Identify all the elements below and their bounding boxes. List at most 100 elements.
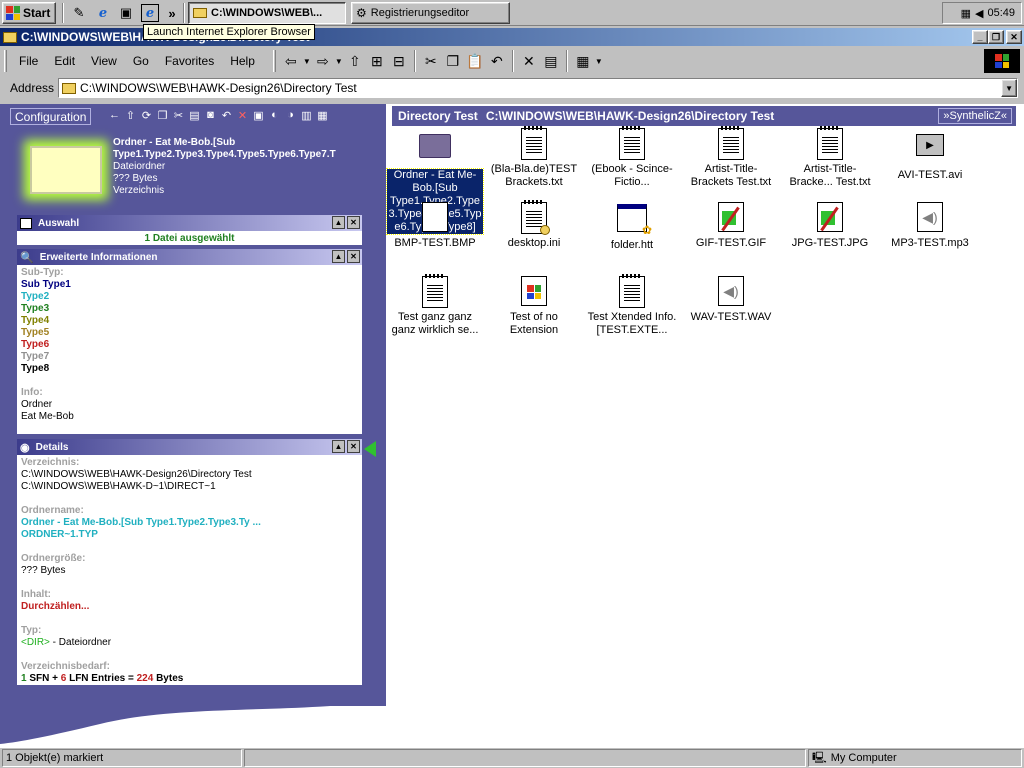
inhalt-link[interactable]: Durchzählen...: [21, 601, 358, 613]
auswahl-header[interactable]: Auswahl ▲ ✕: [17, 215, 362, 231]
back-arrow-icon[interactable]: ⇦: [280, 49, 302, 73]
info-line: Ordner: [21, 399, 53, 410]
file-item[interactable]: ◀) WAV-TEST.WAV: [683, 276, 779, 324]
panel-close-button[interactable]: ✕: [347, 216, 360, 229]
status-zone: 🖳 My Computer: [808, 749, 1022, 767]
panel-close-button[interactable]: ✕: [347, 440, 360, 453]
file-item[interactable]: (Ebook - Scince-Fictio...: [584, 126, 680, 189]
erweiterte-panel: 🔍 Erweiterte Informationen ▲ ✕ Sub-Typ: …: [17, 249, 362, 434]
file-item[interactable]: Artist-Title-Bracke... Test.txt: [782, 126, 878, 189]
menu-help[interactable]: Help: [222, 54, 263, 68]
menu-favorites[interactable]: Favorites: [157, 54, 222, 68]
paste-icon[interactable]: 📋: [464, 49, 486, 73]
menu-grip[interactable]: [4, 50, 7, 72]
save-icon[interactable]: ◙: [204, 108, 217, 122]
selected-folder-thumbnail: [30, 146, 102, 194]
go-back-icon[interactable]: ◐: [268, 108, 281, 122]
panel-collapse-button[interactable]: ▲: [332, 440, 345, 453]
file-name: BMP-TEST.BMP: [394, 237, 476, 249]
properties-icon[interactable]: ▥: [300, 108, 313, 122]
maximize-button[interactable]: ❐: [988, 30, 1004, 44]
file-item[interactable]: (Bla-Bla.de)TEST Brackets.txt: [486, 126, 582, 189]
file-item[interactable]: ✿ folder.htt: [584, 202, 680, 252]
panel-close-button[interactable]: ✕: [347, 250, 360, 263]
copy-icon[interactable]: ❐: [156, 108, 169, 122]
internet-explorer-icon[interactable]: e: [94, 4, 112, 22]
task-explorer-window[interactable]: C:\WINDOWS\WEB\...: [188, 2, 346, 24]
back-arrow-icon[interactable]: ←: [108, 108, 121, 122]
synthelicz-button[interactable]: »SynthelicZ«: [938, 108, 1012, 124]
folder-open-icon[interactable]: ▣: [252, 108, 265, 122]
address-dropdown-icon[interactable]: ▼: [1001, 79, 1018, 97]
properties-icon[interactable]: ▤: [540, 49, 562, 73]
undo-icon[interactable]: ↶: [486, 49, 508, 73]
delete-icon[interactable]: ✕: [236, 108, 249, 122]
file-item[interactable]: ▶ AVI-TEST.avi: [882, 128, 978, 182]
paste-icon[interactable]: ▤: [188, 108, 201, 122]
delete-icon[interactable]: ✕: [518, 49, 540, 73]
file-item[interactable]: Test Xtended Info.[TEST.EXTE...: [584, 274, 680, 337]
forward-arrow-icon[interactable]: ⇨: [312, 49, 334, 73]
go-forward-icon[interactable]: ◑: [284, 108, 297, 122]
file-name: Artist-Title-Bracke... Test.txt: [789, 163, 871, 188]
text-document-icon: [616, 274, 648, 308]
back-dropdown-icon[interactable]: ▼: [302, 57, 312, 66]
quicklaunch-chevron[interactable]: »: [163, 4, 181, 22]
subtype-item: Type7: [21, 351, 50, 362]
menu-view[interactable]: View: [83, 54, 125, 68]
cut-icon[interactable]: ✂: [420, 49, 442, 73]
forward-dropdown-icon[interactable]: ▼: [334, 57, 344, 66]
file-name: (Ebook - Scince-Fictio...: [591, 163, 673, 188]
views-dropdown-icon[interactable]: ▼: [594, 57, 604, 66]
map-drive-icon[interactable]: ⊞: [366, 49, 388, 73]
file-item[interactable]: Test of no Extension: [486, 276, 582, 337]
clock[interactable]: 05:49: [987, 7, 1015, 19]
file-item[interactable]: JPG-TEST.JPG: [782, 202, 878, 250]
subtype-item: Sub Type1: [21, 279, 71, 290]
file-item[interactable]: BMP-TEST.BMP: [387, 202, 483, 250]
up-folder-icon[interactable]: ⇧: [344, 49, 366, 73]
disconnect-drive-icon[interactable]: ⊟: [388, 49, 410, 73]
minimize-button[interactable]: _: [972, 30, 988, 44]
calendar-icon: [20, 217, 32, 229]
task-regedit-window[interactable]: ⚙ Registrierungseditor: [351, 2, 510, 24]
edit-document-icon[interactable]: ✎: [70, 4, 88, 22]
refresh-icon[interactable]: ⟳: [140, 108, 153, 122]
views-icon[interactable]: ▦: [572, 49, 594, 73]
configuration-button[interactable]: Configuration: [10, 108, 92, 125]
panel-collapse-button[interactable]: ▲: [332, 250, 345, 263]
expand-arrow-icon[interactable]: [364, 441, 376, 457]
image-icon: [715, 202, 747, 234]
text-document-icon: [518, 126, 550, 160]
up-folder-icon[interactable]: ⇧: [124, 108, 137, 122]
menu-edit[interactable]: Edit: [46, 54, 83, 68]
file-item[interactable]: ◀) MP3-TEST.mp3: [882, 202, 978, 250]
file-item[interactable]: Test ganz ganz ganz wirklich se...: [387, 274, 483, 337]
undo-icon[interactable]: ↶: [220, 108, 233, 122]
verzeichnis-line: C:\WINDOWS\WEB\HAWK-Design26\Directory T…: [21, 469, 252, 480]
typ-tag: <DIR>: [21, 637, 50, 648]
toolbar-grip[interactable]: [272, 50, 276, 72]
cut-icon[interactable]: ✂: [172, 108, 185, 122]
erweiterte-header[interactable]: 🔍 Erweiterte Informationen ▲ ✕: [17, 249, 362, 265]
file-item[interactable]: Artist-Title-Brackets Test.txt: [683, 126, 779, 189]
address-input[interactable]: C:\WINDOWS\WEB\HAWK-Design26\Directory T…: [58, 78, 1019, 98]
file-name: MP3-TEST.mp3: [891, 237, 969, 249]
menu-go[interactable]: Go: [125, 54, 157, 68]
close-button[interactable]: ✕: [1006, 30, 1022, 44]
details-panel: ◉ Details ▲ ✕ Verzeichnis: C:\WINDOWS\WE…: [17, 439, 362, 685]
panel-collapse-button[interactable]: ▲: [332, 216, 345, 229]
show-desktop-icon[interactable]: ▣: [117, 4, 135, 22]
view-icon[interactable]: ▦: [316, 108, 329, 122]
menu-file[interactable]: File: [11, 54, 46, 68]
launch-ie-icon[interactable]: e: [141, 4, 159, 22]
details-header[interactable]: ◉ Details ▲ ✕: [17, 439, 362, 455]
auswahl-value: 1 Datei ausgewählt: [144, 233, 235, 244]
file-item[interactable]: desktop.ini: [486, 200, 582, 250]
volume-icon[interactable]: ◀: [975, 7, 983, 20]
start-label: Start: [23, 6, 51, 20]
network-icon[interactable]: ▦: [961, 7, 971, 20]
file-item[interactable]: GIF-TEST.GIF: [683, 202, 779, 250]
copy-icon[interactable]: ❐: [442, 49, 464, 73]
start-button[interactable]: Start: [2, 2, 56, 24]
